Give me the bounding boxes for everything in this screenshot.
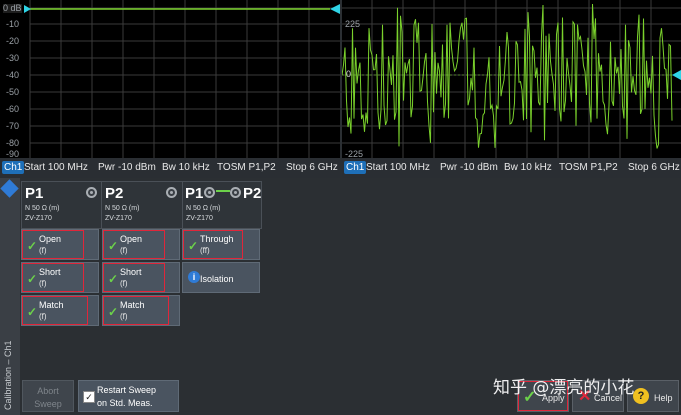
check-icon: ✓: [108, 272, 119, 286]
help-button[interactable]: ? Help: [627, 380, 679, 412]
channel-badge[interactable]: Ch1: [344, 161, 367, 174]
y-tick: -70: [6, 121, 20, 131]
restart-label-2: on Std. Meas.: [97, 398, 153, 408]
power[interactable]: Pwr -10 dBm: [98, 162, 156, 173]
std-label: Short: [39, 267, 61, 277]
std-gender: (f): [120, 312, 128, 321]
side-tab-label: Calibration – Ch1: [3, 340, 13, 410]
port2-panel: P2 N 50 Ω (m) ZV-Z170: [101, 181, 183, 229]
restart-checkbox[interactable]: ✓: [83, 391, 95, 403]
isolation-button[interactable]: i Isolation: [182, 262, 260, 293]
check-icon: ✓: [27, 239, 38, 253]
std-label: Match: [39, 300, 64, 310]
std-gender: (f): [39, 279, 47, 288]
calibration-side-tab[interactable]: Calibration – Ch1: [0, 178, 20, 415]
through-title-p2: P2: [243, 185, 262, 202]
p1-short-button[interactable]: ✓ Short (f): [21, 262, 99, 293]
through-connector-radio-left[interactable]: [204, 187, 215, 198]
power[interactable]: Pwr -10 dBm: [440, 162, 498, 173]
through-panel: P1 P2 N 50 Ω (m) ZV-Z170: [182, 181, 262, 229]
right-grid: [342, 0, 681, 158]
y-tick: -50: [6, 87, 20, 97]
channel-badge[interactable]: Ch1: [2, 161, 25, 174]
stop-frequency[interactable]: Stop 6 GHz: [628, 162, 680, 173]
start-frequency[interactable]: Start 100 MHz: [366, 162, 430, 173]
std-gender: (f): [39, 246, 47, 255]
port1-connector: N 50 Ω (m): [25, 205, 60, 212]
ref-level-label: 0 dB: [3, 3, 22, 13]
restart-sweep-toggle[interactable]: ✓ Restart Sweep on Std. Meas.: [78, 380, 179, 412]
cal-mode[interactable]: TOSM P1,P2: [559, 162, 618, 173]
std-gender: (f): [39, 312, 47, 321]
port2-title: P2: [105, 185, 124, 202]
p1-open-button[interactable]: ✓ Open (f): [21, 229, 99, 260]
through-connector: N 50 Ω (m): [186, 205, 221, 212]
port1-connector-radio[interactable]: [86, 187, 97, 198]
start-frequency[interactable]: Start 100 MHz: [24, 162, 88, 173]
p2-match-button[interactable]: ✓ Match (f): [102, 295, 180, 326]
bandwidth[interactable]: Bw 10 kHz: [162, 162, 210, 173]
through-kit: ZV-Z170: [186, 215, 213, 222]
through-title-p1: P1: [185, 185, 204, 202]
p2-short-button[interactable]: ✓ Short (f): [102, 262, 180, 293]
port2-connector: N 50 Ω (m): [105, 205, 140, 212]
std-label: Open: [120, 234, 143, 244]
y-tick: 225: [345, 19, 361, 29]
check-icon: ✓: [27, 272, 38, 286]
std-gender: (f): [120, 246, 128, 255]
check-icon: ✓: [108, 239, 119, 253]
abort-label-1: Abort: [37, 386, 59, 396]
port1-kit: ZV-Z170: [25, 215, 52, 222]
watermark: 知乎 @漂亮的小花: [493, 378, 635, 398]
help-label: Help: [654, 393, 673, 403]
y-tick: -10: [6, 19, 20, 29]
rs-logo-icon: [0, 179, 19, 198]
help-icon: ?: [633, 388, 649, 404]
std-gender: (f): [120, 279, 128, 288]
std-label: Through: [200, 234, 234, 244]
abort-label-2: Sweep: [34, 399, 62, 409]
zero-label: 0: [346, 69, 352, 79]
y-tick: -20: [6, 36, 20, 46]
abort-sweep-button[interactable]: Abort Sweep: [22, 380, 74, 412]
through-connector-radio-right[interactable]: [230, 187, 241, 198]
check-icon: ✓: [188, 239, 199, 253]
status-bar-left: Ch1 Start 100 MHz Pwr -10 dBm Bw 10 kHz …: [0, 158, 340, 178]
status-bar-right: Ch1 Start 100 MHz Pwr -10 dBm Bw 10 kHz …: [342, 158, 681, 178]
restart-label-1: Restart Sweep: [97, 385, 157, 395]
std-gender: (ff): [200, 246, 210, 255]
through-button[interactable]: ✓ Through (ff): [182, 229, 260, 260]
stop-frequency[interactable]: Stop 6 GHz: [286, 162, 338, 173]
port2-kit: ZV-Z170: [105, 215, 132, 222]
port2-connector-radio[interactable]: [166, 187, 177, 198]
p1-match-button[interactable]: ✓ Match (f): [21, 295, 99, 326]
std-label: Match: [120, 300, 145, 310]
y-tick: -60: [6, 104, 20, 114]
p2-open-button[interactable]: ✓ Open (f): [102, 229, 180, 260]
link-icon: [216, 190, 230, 192]
std-label: Short: [120, 267, 142, 277]
bandwidth[interactable]: Bw 10 kHz: [504, 162, 552, 173]
std-label: Isolation: [200, 274, 234, 284]
std-label: Open: [39, 234, 62, 244]
right-diagram[interactable]: 225 0 -225: [342, 0, 681, 159]
port1-title: P1: [25, 185, 44, 202]
check-icon: ✓: [27, 305, 38, 319]
left-grid: [0, 0, 340, 158]
cal-mode[interactable]: TOSM P1,P2: [217, 162, 276, 173]
y-tick: -30: [6, 53, 20, 63]
check-icon: ✓: [108, 305, 119, 319]
y-tick: -80: [6, 138, 20, 148]
y-tick: -40: [6, 70, 20, 80]
left-diagram[interactable]: 0 dB -10 -20 -30 -40 -50 -60 -70 -80 -90: [0, 0, 340, 159]
info-icon: i: [188, 271, 200, 283]
port1-panel: P1 N 50 Ω (m) ZV-Z170: [21, 181, 103, 229]
